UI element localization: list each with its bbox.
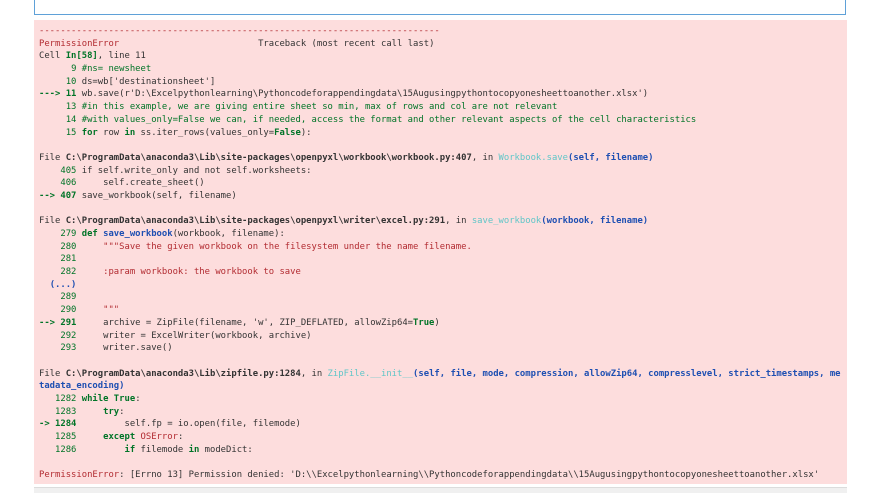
frame-header: File C:\ProgramData\anaconda3\Lib\zipfil… [39,368,841,379]
frame-header: File C:\ProgramData\anaconda3\Lib\site-p… [39,216,649,227]
code-line-current: --> 407 save_workbook(self, filename) [39,190,237,201]
output-scrollbar[interactable] [34,487,847,493]
code-line: 1282 while True: [55,393,141,404]
code-line: 290 """ [60,305,120,316]
code-line: 282 :param workbook: the workbook to sav… [60,267,301,278]
code-line: 406 self.create_sheet() [60,178,205,189]
file-path: C:\ProgramData\anaconda3\Lib\site-packag… [65,216,446,227]
final-error-message: : [Errno 13] Permission denied: 'D:\\Exc… [119,470,820,481]
code-line: 280 """Save the given workbook on the fi… [60,241,472,252]
code-line: 289 [60,292,77,303]
cell-reference: Cell In[58], line 11 [39,51,146,62]
code-line: 292 writer = ExcelWriter(workbook, archi… [60,330,312,341]
file-path: C:\ProgramData\anaconda3\Lib\site-packag… [65,152,472,163]
function-name: Workbook.save [498,152,568,163]
final-error-type: PermissionError [39,470,120,481]
final-error-line: PermissionError: [Errno 13] Permission d… [39,469,847,482]
separator-line: ----------------------------------------… [39,26,440,36]
code-line: 14 #with values_only=False we can, if ne… [65,114,697,125]
traceback-header: PermissionError Traceback (most recent c… [39,38,847,51]
file-path: C:\ProgramData\anaconda3\Lib\zipfile.py:… [65,368,301,379]
code-line: 9 #ns= newsheet [71,64,152,75]
frame-header-wrap: tadata_encoding) [39,381,125,392]
code-line: 405 if self.write_only and not self.work… [60,165,312,176]
code-line-current: ---> 11 wb.save(r'D:\Excelpythonlearning… [39,89,649,100]
code-line-current: -> 1284 self.fp = io.open(file, filemode… [39,419,301,430]
code-line: 10 ds=wb['destinationsheet'] [65,76,216,87]
traceback: ----------------------------------------… [39,25,847,482]
code-line: 13 #in this example, we are giving entir… [65,102,558,113]
frame-header: File C:\ProgramData\anaconda3\Lib\site-p… [39,152,654,163]
code-line: 1283 try: [55,406,125,417]
function-name: ZipFile.__init__ [327,368,414,379]
code-line: 293 writer.save() [60,343,173,354]
code-cell-input[interactable] [34,0,846,15]
code-ellipsis: (...) [49,279,77,290]
code-line: 1285 except OSError: [55,432,184,442]
error-type: PermissionError [39,38,120,49]
code-line: 279 def save_workbook(workbook, filename… [60,229,285,239]
function-name: save_workbook [471,216,542,227]
code-line: 281 [60,254,77,265]
error-output: ----------------------------------------… [34,20,847,484]
code-line: 15 for row in ss.iter_rows(values_only=F… [65,127,312,138]
traceback-label: Traceback (most recent call last) [258,38,435,49]
code-line-current: --> 291 archive = ZipFile(filename, 'w',… [39,317,440,328]
code-line: 1286 if filemode in modeDict: [55,444,253,455]
